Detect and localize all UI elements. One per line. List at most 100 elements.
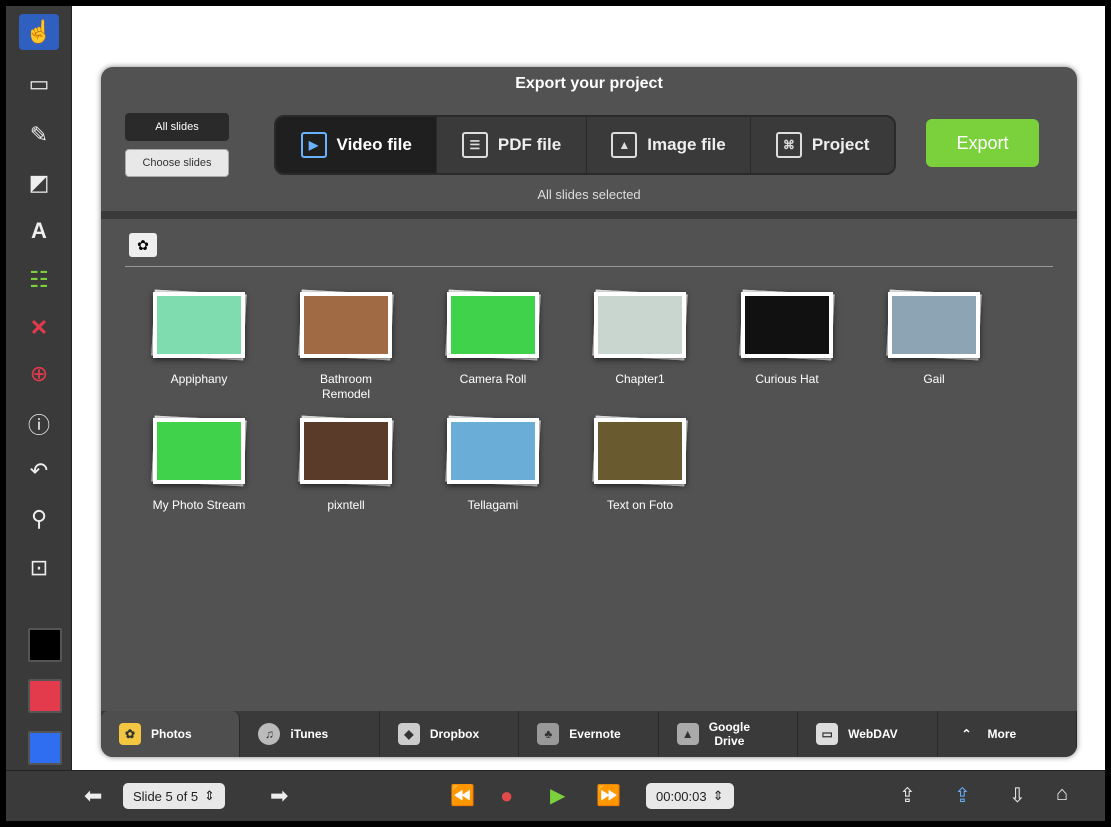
export-button[interactable]: Export: [926, 119, 1039, 167]
delete-icon[interactable]: ✕: [19, 310, 59, 346]
photo-library-icon[interactable]: ✿: [129, 233, 157, 257]
tab-label: Evernote: [569, 727, 621, 741]
album-item[interactable]: Gail: [864, 289, 1004, 387]
info-icon[interactable]: ⓘ: [19, 406, 59, 442]
rewind-icon[interactable]: ⏪: [450, 783, 475, 808]
chevron-up-icon: ⌃: [961, 727, 972, 741]
album-name: Appiphany: [170, 372, 228, 386]
color-swatch-black[interactable]: [28, 628, 62, 662]
album-thumbnail: [739, 289, 835, 361]
tab-label: Dropbox: [429, 727, 480, 741]
video-file-option[interactable]: ▶ Video file: [276, 117, 438, 173]
image-file-icon: ▲: [611, 132, 638, 158]
time-indicator[interactable]: 00:00:03 ⇕: [646, 783, 734, 809]
album-name: Chapter1: [615, 372, 665, 386]
format-label: PDF file: [497, 135, 562, 154]
webdav-icon: ▭: [816, 723, 839, 745]
selection-status: All slides selected: [537, 187, 641, 202]
choose-slides-button[interactable]: Choose slides: [125, 149, 229, 177]
pdf-file-icon: ☰: [461, 132, 488, 158]
album-item[interactable]: Chapter1: [570, 289, 710, 387]
previous-slide-arrow-icon[interactable]: ⬅: [84, 783, 102, 809]
add-text-box-icon[interactable]: ☷: [19, 262, 59, 298]
image-file-option[interactable]: ▲ Image file: [587, 117, 752, 173]
next-slide-arrow-icon[interactable]: ➡: [270, 783, 288, 809]
google-drive-icon: ▲: [676, 723, 699, 745]
divider: [125, 266, 1053, 267]
tab-evernote[interactable]: ♣ Evernote: [519, 711, 659, 757]
video-file-icon: ▶: [300, 132, 327, 158]
tab-label: More: [987, 727, 1017, 741]
stepper-icon: ⇕: [712, 788, 724, 803]
album-name: pixntell: [327, 498, 365, 512]
tab-label: WebDAV: [848, 727, 898, 741]
evernote-icon: ♣: [537, 723, 560, 745]
source-tabs: ✿ Photos ♫ iTunes ◆ Dropbox ♣ Evernote ▲…: [101, 711, 1077, 757]
text-tool-icon[interactable]: A: [19, 213, 59, 249]
panel-title: Export your project: [515, 75, 663, 92]
undo-icon[interactable]: ↶: [19, 453, 59, 489]
album-item[interactable]: My Photo Stream: [129, 415, 269, 513]
shape-tool-icon[interactable]: ◩: [19, 165, 59, 201]
itunes-icon: ♫: [258, 723, 281, 745]
bottom-bar: ⬅ Slide 5 of 5 ⇕ ➡ ⏪ ● ▶ ⏩ 00:00:03 ⇕ ⇪ …: [6, 770, 1105, 821]
zoom-icon[interactable]: ⚲: [19, 501, 59, 537]
export-panel: Export your project All slides Choose sl…: [101, 67, 1077, 757]
color-swatch-red[interactable]: [28, 679, 62, 713]
thumbnail-front: [300, 292, 392, 358]
album-thumbnail: [151, 289, 247, 361]
tab-dropbox[interactable]: ◆ Dropbox: [380, 711, 520, 757]
export-format-selector: ▶ Video file ☰ PDF file ▲ Image file ⌘ P…: [274, 115, 896, 175]
tab-google-drive[interactable]: ▲ Google Drive: [659, 711, 799, 757]
thumbnail-front: [594, 418, 686, 484]
color-swatch-blue[interactable]: [28, 731, 62, 765]
export-video-icon[interactable]: ⇪: [954, 783, 971, 808]
slide-indicator[interactable]: Slide 5 of 5 ⇕: [123, 783, 225, 809]
album-name: My Photo Stream: [152, 498, 246, 512]
project-option[interactable]: ⌘ Project: [751, 117, 894, 173]
pdf-file-option[interactable]: ☰ PDF file: [437, 117, 587, 173]
tab-label: iTunes: [290, 727, 329, 741]
album-name: Bathroom Remodel: [319, 372, 373, 401]
pen-icon[interactable]: ✎: [19, 117, 59, 153]
album-item[interactable]: Curious Hat: [717, 289, 857, 387]
tab-itunes[interactable]: ♫ iTunes: [240, 711, 380, 757]
album-name: Curious Hat: [755, 372, 819, 386]
album-thumbnail: [592, 415, 688, 487]
home-icon[interactable]: ⌂: [1056, 783, 1068, 806]
play-icon[interactable]: ▶: [550, 783, 565, 808]
fit-screen-icon[interactable]: ⊡: [19, 550, 59, 586]
tab-photos[interactable]: ✿ Photos: [101, 711, 241, 757]
album-thumbnail: [886, 289, 982, 361]
format-label: Project: [811, 135, 870, 154]
album-thumbnail: [298, 415, 394, 487]
thumbnail-front: [594, 292, 686, 358]
thumbnail-front: [153, 292, 245, 358]
pointer-target-icon[interactable]: ⊕: [19, 356, 59, 392]
thumbnail-front: [300, 418, 392, 484]
album-item[interactable]: pixntell: [276, 415, 416, 513]
fast-forward-icon[interactable]: ⏩: [596, 783, 621, 808]
record-icon[interactable]: ●: [500, 783, 513, 809]
pointer-tool-icon[interactable]: ☝: [19, 14, 59, 50]
album-item[interactable]: Camera Roll: [423, 289, 563, 387]
tab-webdav[interactable]: ▭ WebDAV: [798, 711, 938, 757]
thumbnail-front: [888, 292, 980, 358]
thumbnail-front: [741, 292, 833, 358]
all-slides-button[interactable]: All slides: [125, 113, 229, 141]
app-window: ☝ ▭ ✎ ◩ A ☷ ✕ ⊕ ⓘ ↶ ⚲ ⊡ Export your proj…: [6, 6, 1105, 821]
album-item[interactable]: Appiphany: [129, 289, 269, 387]
album-item[interactable]: Tellagami: [423, 415, 563, 513]
slide-indicator-label: Slide 5 of 5: [133, 788, 199, 804]
format-label: Image file: [647, 135, 726, 154]
tab-more[interactable]: ⌃ More: [938, 711, 1077, 757]
album-name: Camera Roll: [459, 372, 527, 386]
divider: [101, 211, 1077, 219]
export-image-icon[interactable]: ⇪: [899, 783, 916, 808]
album-item[interactable]: Text on Foto: [570, 415, 710, 513]
album-item[interactable]: Bathroom Remodel: [276, 289, 416, 402]
stepper-icon: ⇕: [204, 788, 215, 803]
import-icon[interactable]: ⇩: [1009, 783, 1026, 808]
album-thumbnail: [445, 289, 541, 361]
add-slide-icon[interactable]: ▭: [19, 66, 59, 102]
